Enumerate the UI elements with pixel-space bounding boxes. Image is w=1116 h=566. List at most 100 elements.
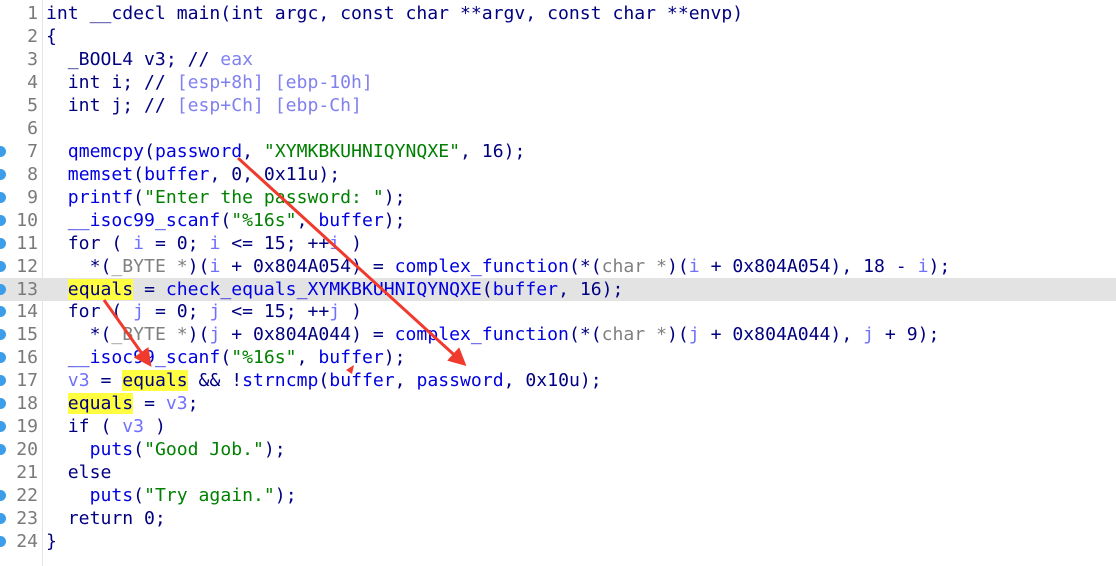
local-variable[interactable]: j: [689, 324, 700, 345]
code-text: ,: [296, 347, 319, 369]
local-variable[interactable]: j: [209, 301, 220, 322]
code-line[interactable]: 15 *(_BYTE *)(j + 0x804A044) = complex_f…: [0, 323, 1116, 346]
code-text: )(: [667, 324, 689, 346]
code-line[interactable]: 14 for ( j = 0; j <= 15; ++j ): [0, 300, 1116, 323]
identifier[interactable]: password: [416, 370, 503, 391]
code-line[interactable]: 12 *(_BYTE *)(i + 0x804A054) = complex_f…: [0, 255, 1116, 278]
code-text: ,: [296, 209, 319, 231]
identifier[interactable]: complex_function: [395, 256, 569, 277]
code-line[interactable]: 17 v3 = equals && !strncmp(buffer, passw…: [0, 369, 1116, 392]
code-text: *(: [46, 324, 112, 346]
code-line[interactable]: 6: [0, 117, 1116, 140]
local-variable[interactable]: j: [329, 301, 340, 322]
code-text: (: [133, 163, 145, 185]
line-number: 16: [16, 347, 38, 369]
code-text: ): [340, 232, 362, 254]
code-line[interactable]: 2{: [0, 25, 1116, 48]
string-literal: "Enter the password: ": [144, 186, 384, 208]
line-number: 17: [16, 370, 38, 392]
code-line[interactable]: 22 puts("Try again.");: [0, 484, 1116, 507]
line-number: 24: [16, 531, 38, 553]
local-variable[interactable]: v3: [68, 370, 90, 391]
local-variable[interactable]: j: [863, 324, 874, 345]
code-content: int __cdecl main(int argc, const char **…: [46, 2, 743, 25]
local-variable[interactable]: i: [209, 233, 220, 254]
code-line[interactable]: 3 _BOOL4 v3; // eax: [0, 48, 1116, 71]
code-text: int j; //: [46, 94, 177, 116]
code-content: *(_BYTE *)(i + 0x804A054) = complex_func…: [46, 255, 951, 278]
code-line[interactable]: 24}: [0, 530, 1116, 553]
line-number: 13: [16, 278, 38, 300]
code-line[interactable]: 5 int j; // [esp+Ch] [ebp-Ch]: [0, 94, 1116, 117]
code-line[interactable]: 9 printf("Enter the password: ");: [0, 186, 1116, 209]
highlighted-identifier[interactable]: equals: [122, 370, 188, 392]
code-line[interactable]: 19 if ( v3 ): [0, 415, 1116, 438]
code-text: + 0x804A044) =: [220, 324, 395, 346]
identifier[interactable]: puts: [90, 485, 134, 506]
code-line[interactable]: 23 return 0;: [0, 507, 1116, 530]
code-line[interactable]: 18 equals = v3;: [0, 392, 1116, 415]
code-text: )(: [187, 324, 210, 346]
highlighted-identifier[interactable]: equals: [67, 278, 134, 300]
identifier[interactable]: printf: [68, 187, 133, 208]
identifier[interactable]: buffer: [329, 370, 394, 391]
code-text: );: [928, 255, 951, 277]
identifier[interactable]: buffer: [318, 347, 383, 368]
identifier[interactable]: memset: [68, 164, 133, 185]
code-line[interactable]: 8 memset(buffer, 0, 0x11u);: [0, 163, 1116, 186]
identifier[interactable]: buffer: [144, 164, 209, 185]
code-text: )(: [187, 255, 210, 277]
code-text: + 0x804A054) =: [220, 255, 395, 277]
local-variable[interactable]: i: [133, 233, 144, 254]
string-literal: "Try again.": [144, 485, 275, 507]
line-number: 8: [27, 163, 38, 185]
identifier[interactable]: qmemcpy: [68, 141, 144, 162]
local-variable[interactable]: j: [133, 301, 144, 322]
code-line[interactable]: 10 __isoc99_scanf("%16s", buffer);: [0, 209, 1116, 232]
code-line[interactable]: 4 int i; // [esp+8h] [ebp-10h]: [0, 71, 1116, 94]
code-line[interactable]: 21 else: [0, 461, 1116, 484]
line-number: 23: [16, 508, 38, 530]
code-text: {: [46, 25, 57, 47]
local-variable[interactable]: i: [329, 233, 340, 254]
type-cast: _BYTE *: [111, 324, 188, 346]
line-number: 7: [27, 140, 38, 162]
code-text: , 16);: [558, 278, 624, 300]
pseudocode-view[interactable]: 1 int __cdecl main(int argc, const char *…: [0, 0, 1116, 566]
local-variable[interactable]: j: [209, 324, 220, 345]
identifier[interactable]: puts: [90, 439, 134, 460]
highlighted-identifier[interactable]: equals: [67, 393, 134, 415]
identifier[interactable]: check_equals_XYMKBKUHNIQYNQXE: [166, 279, 482, 300]
identifier[interactable]: password: [155, 141, 242, 162]
code-text: }: [46, 531, 57, 553]
code-line[interactable]: 1 int __cdecl main(int argc, const char *…: [0, 2, 1116, 25]
code-content: qmemcpy(password, "XYMKBKUHNIQYNQXE", 16…: [46, 140, 526, 163]
code-text: && !: [187, 370, 243, 392]
local-variable[interactable]: i: [209, 256, 220, 277]
code-line[interactable]: 11 for ( i = 0; i <= 15; ++i ): [0, 232, 1116, 255]
code-line[interactable]: 16 __isoc99_scanf("%16s", buffer);: [0, 346, 1116, 369]
identifier[interactable]: buffer: [318, 210, 383, 231]
code-text: int i; //: [46, 71, 177, 93]
identifier[interactable]: buffer: [493, 279, 558, 300]
identifier[interactable]: complex_function: [395, 324, 569, 345]
code-text: = 0;: [144, 301, 210, 323]
local-variable[interactable]: v3: [122, 416, 144, 437]
local-variable[interactable]: i: [689, 256, 700, 277]
local-variable[interactable]: v3: [166, 393, 188, 414]
identifier[interactable]: __isoc99_scanf: [68, 347, 221, 368]
code-line[interactable]: 13 equals = check_equals_XYMKBKUHNIQYNQX…: [0, 277, 1116, 301]
local-variable[interactable]: i: [918, 256, 929, 277]
code-content: puts("Good Job.");: [46, 438, 286, 461]
code-line[interactable]: 20 puts("Good Job.");: [0, 438, 1116, 461]
code-line[interactable]: 7 qmemcpy(password, "XYMKBKUHNIQYNQXE", …: [0, 140, 1116, 163]
code-text: (: [481, 278, 493, 300]
identifier[interactable]: __isoc99_scanf: [68, 210, 221, 231]
identifier[interactable]: strncmp: [242, 370, 318, 391]
